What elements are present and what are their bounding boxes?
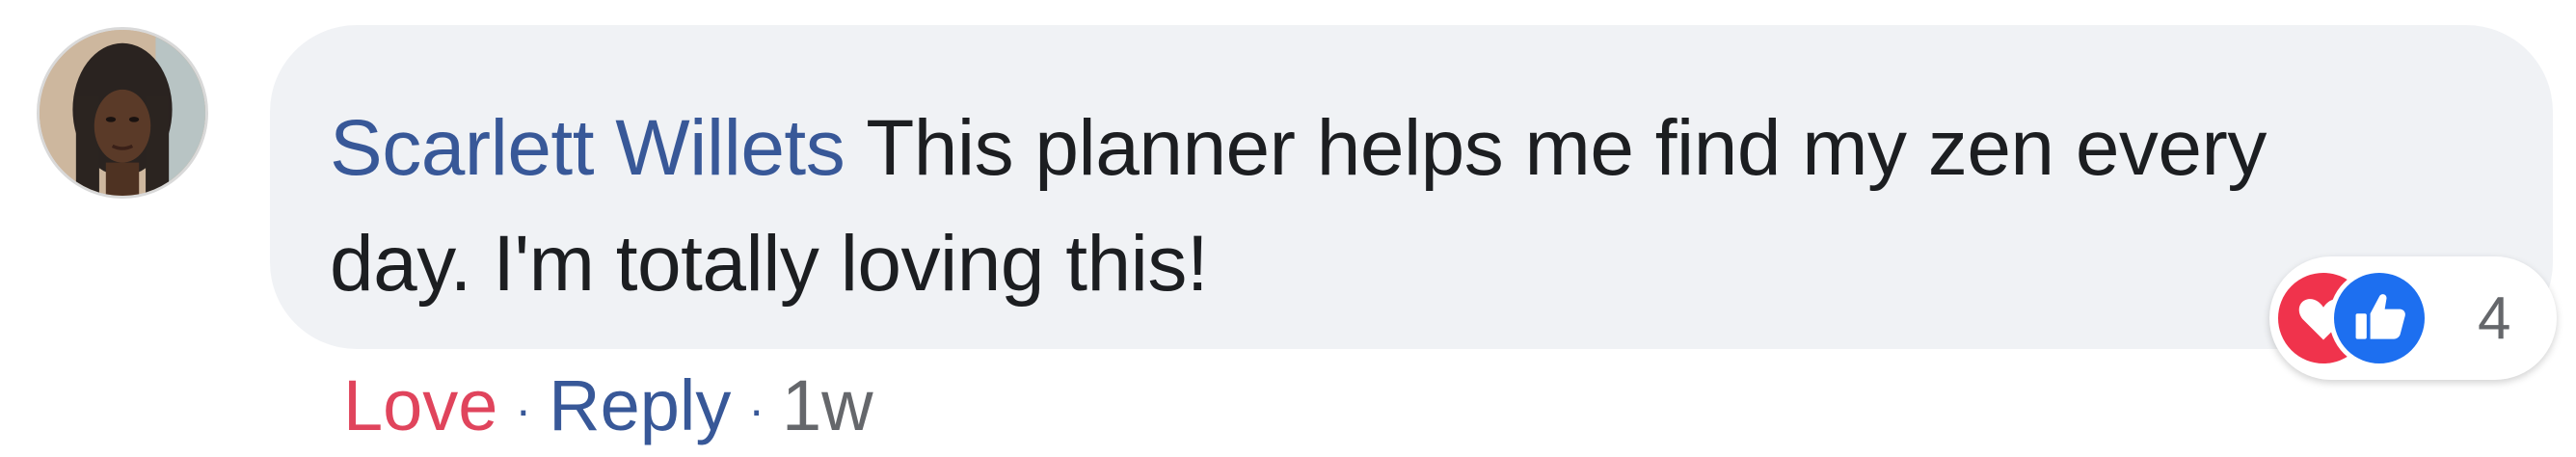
user-avatar-icon bbox=[40, 30, 205, 196]
separator-dot: · bbox=[748, 383, 765, 437]
comment-timestamp[interactable]: 1w bbox=[782, 365, 873, 445]
reactions-summary[interactable]: 4 bbox=[2269, 256, 2557, 380]
comment-author-link[interactable]: Scarlett Willets bbox=[330, 104, 845, 192]
separator-dot: · bbox=[515, 383, 532, 437]
comment-actions: Love · Reply · 1w bbox=[343, 363, 873, 449]
comment-bubble: Scarlett Willets This planner helps me fi… bbox=[270, 25, 2553, 349]
reaction-count: 4 bbox=[2478, 285, 2511, 352]
avatar[interactable] bbox=[37, 27, 208, 199]
reply-button[interactable]: Reply bbox=[549, 365, 731, 445]
thumbs-up-icon bbox=[2329, 268, 2429, 368]
love-button[interactable]: Love bbox=[343, 365, 497, 445]
comment-body: Scarlett Willets This planner helps me fi… bbox=[330, 91, 2402, 322]
